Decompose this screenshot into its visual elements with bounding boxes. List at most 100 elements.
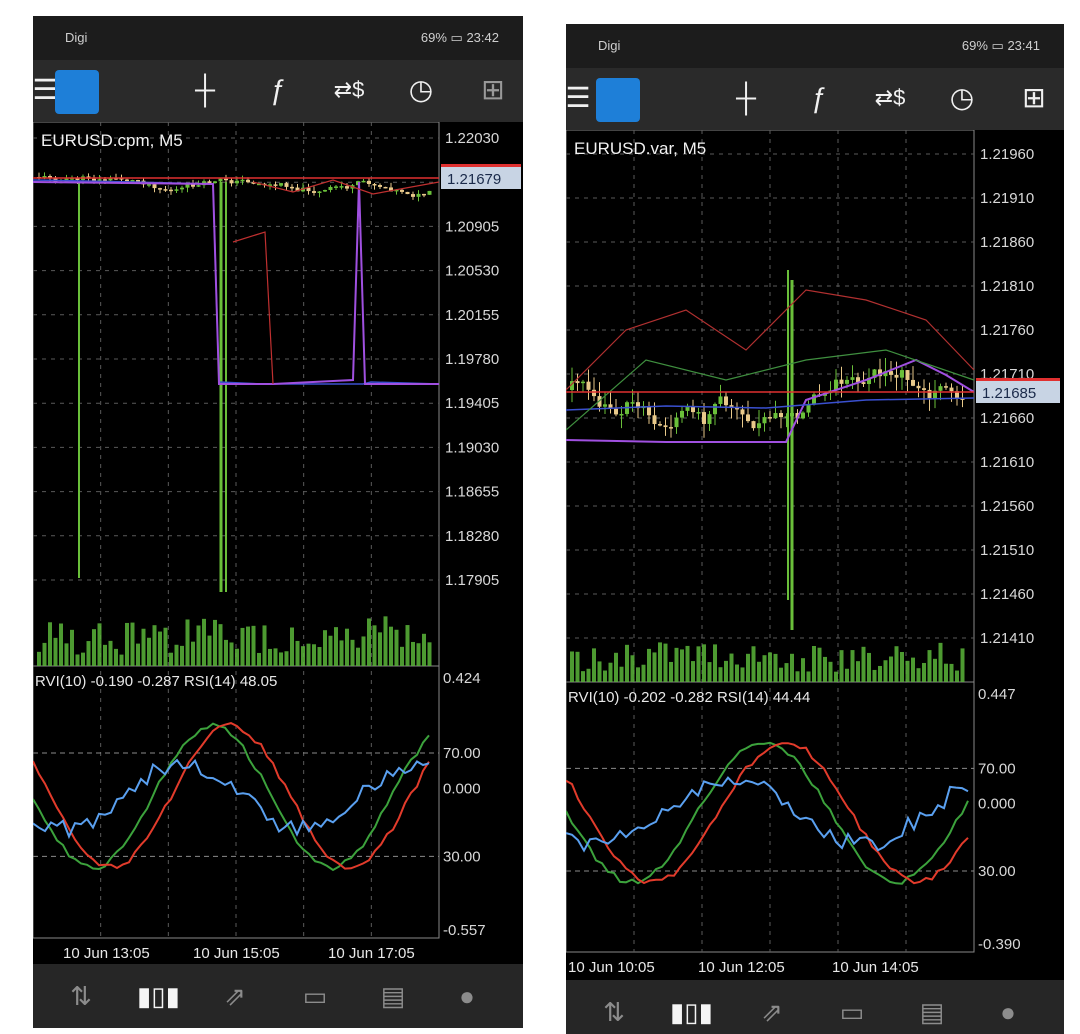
volume-bar bbox=[185, 619, 190, 666]
indicator-axis-label: 0.000 bbox=[443, 780, 481, 797]
candle-body bbox=[180, 187, 184, 190]
price-chart[interactable]: 1.220301.212801.209051.205301.201551.197… bbox=[33, 122, 523, 964]
add-page-icon[interactable]: ⊞ bbox=[473, 70, 513, 110]
candle-body bbox=[339, 186, 344, 188]
volume-bar bbox=[861, 646, 866, 682]
candle-body bbox=[169, 189, 173, 192]
add-page-icon[interactable]: ⊞ bbox=[1014, 78, 1054, 118]
volume-bar bbox=[70, 629, 74, 666]
candle-body bbox=[213, 181, 217, 184]
trade-icon[interactable]: ⇗ bbox=[215, 978, 255, 1014]
volume-bar bbox=[801, 658, 805, 682]
volume-bar bbox=[696, 646, 701, 682]
indicator-line bbox=[232, 231, 274, 385]
price-axis-label: 1.18655 bbox=[445, 484, 499, 501]
news-icon[interactable]: ▤ bbox=[373, 978, 413, 1014]
app-logo[interactable] bbox=[596, 78, 640, 122]
candle-body bbox=[603, 404, 607, 407]
chart-icon[interactable]: ▮▯▮ bbox=[670, 994, 713, 1030]
crosshair-icon[interactable]: ┼ bbox=[185, 70, 225, 110]
volume-bar bbox=[130, 622, 135, 666]
candle-body bbox=[905, 370, 910, 380]
clock-icon[interactable]: ◷ bbox=[942, 78, 982, 118]
volume-bar bbox=[37, 651, 41, 666]
app-logo[interactable] bbox=[55, 70, 99, 114]
candle-body bbox=[240, 179, 245, 182]
volume-bar bbox=[680, 649, 684, 682]
volume-bar bbox=[922, 662, 926, 682]
volume-bar bbox=[619, 666, 624, 682]
volume-bar bbox=[383, 616, 388, 666]
volume-bar bbox=[592, 648, 596, 682]
candle-body bbox=[746, 414, 750, 422]
price-axis-label: 1.19030 bbox=[445, 439, 499, 456]
volume-bar bbox=[372, 625, 377, 666]
volume-bar bbox=[235, 648, 239, 666]
candle-body bbox=[345, 186, 349, 189]
volume-bar bbox=[356, 647, 360, 666]
volume-bar bbox=[400, 646, 404, 666]
price-axis-label: 1.21760 bbox=[980, 322, 1034, 339]
chart-icon[interactable]: ▮▯▮ bbox=[137, 978, 180, 1014]
volume-bar bbox=[674, 647, 679, 682]
candle-body bbox=[806, 404, 811, 413]
volume-bar bbox=[158, 631, 162, 666]
candle-body bbox=[592, 389, 596, 397]
volume-bar bbox=[328, 635, 333, 666]
function-icon[interactable]: ƒ bbox=[798, 78, 838, 118]
indicator-axis-label: 30.00 bbox=[443, 848, 481, 865]
candle-body bbox=[152, 184, 157, 189]
news-icon[interactable]: ▤ bbox=[912, 994, 952, 1030]
menu-icon[interactable]: ☰ bbox=[566, 78, 598, 118]
chart-canvas[interactable]: 1.220301.212801.209051.205301.201551.197… bbox=[33, 122, 523, 964]
clock-icon[interactable]: ◷ bbox=[401, 70, 441, 110]
status-bar: Digi 69% ▭ 23:41 bbox=[566, 24, 1064, 68]
volume-bar bbox=[586, 668, 591, 682]
candle-body bbox=[801, 412, 805, 419]
function-icon[interactable]: ƒ bbox=[257, 70, 297, 110]
volume-bar bbox=[658, 642, 662, 682]
volume-bar bbox=[834, 671, 838, 682]
history-icon[interactable]: ▭ bbox=[295, 978, 335, 1014]
trade-icon[interactable]: ⇗ bbox=[752, 994, 792, 1030]
crosshair-icon[interactable]: ┼ bbox=[726, 78, 766, 118]
candle-body bbox=[378, 185, 382, 187]
price-axis-label: 1.21660 bbox=[980, 410, 1034, 427]
price-chart[interactable]: 1.21960 1.21910 1.21860 1.21810 1.21760 1.217… bbox=[566, 130, 1064, 980]
volume-bar bbox=[718, 667, 723, 682]
chat-icon[interactable]: ● bbox=[447, 978, 487, 1014]
currency-exchange-icon[interactable]: ⇄$ bbox=[870, 78, 910, 118]
chat-icon[interactable]: ● bbox=[988, 994, 1028, 1030]
indicator-axis-label: -0.557 bbox=[443, 922, 486, 939]
candle-body bbox=[900, 370, 904, 378]
volume-bar bbox=[367, 618, 371, 666]
volume-bar bbox=[279, 652, 283, 666]
currency-exchange-icon[interactable]: ⇄$ bbox=[329, 70, 369, 110]
candle-body bbox=[218, 178, 223, 182]
volume-bar bbox=[878, 665, 882, 682]
quotes-icon[interactable]: ⇅ bbox=[594, 994, 634, 1030]
history-icon[interactable]: ▭ bbox=[832, 994, 872, 1030]
quotes-icon[interactable]: ⇅ bbox=[61, 978, 101, 1014]
indicator-axis-label: 0.424 bbox=[443, 670, 481, 687]
volume-bar bbox=[636, 667, 640, 682]
chart-canvas[interactable]: 1.219601.219101.218601.218101.217601.217… bbox=[566, 130, 1064, 980]
left-phone-screen: Digi 69% ▭ 23:42 ☰ ┼ ƒ ⇄$ ◷ ⊞ 1.22030 1.2… bbox=[33, 16, 523, 1028]
volume-bar bbox=[378, 632, 382, 666]
volume-bar bbox=[394, 629, 399, 666]
volume-bar bbox=[960, 648, 965, 682]
volume-bar bbox=[108, 640, 113, 666]
candle-body bbox=[174, 189, 179, 191]
volume-bar bbox=[641, 664, 646, 682]
volume-bar bbox=[147, 637, 151, 666]
candle-body bbox=[916, 385, 921, 389]
candle-body bbox=[630, 402, 635, 404]
candle-body bbox=[894, 374, 899, 378]
candle-body bbox=[691, 406, 695, 413]
volume-bar bbox=[779, 667, 783, 682]
volume-bar bbox=[614, 652, 618, 682]
volume-bar bbox=[312, 644, 316, 666]
price-axis-label: 1.18280 bbox=[445, 528, 499, 545]
candle-body bbox=[383, 186, 388, 189]
volume-bar bbox=[894, 646, 899, 682]
